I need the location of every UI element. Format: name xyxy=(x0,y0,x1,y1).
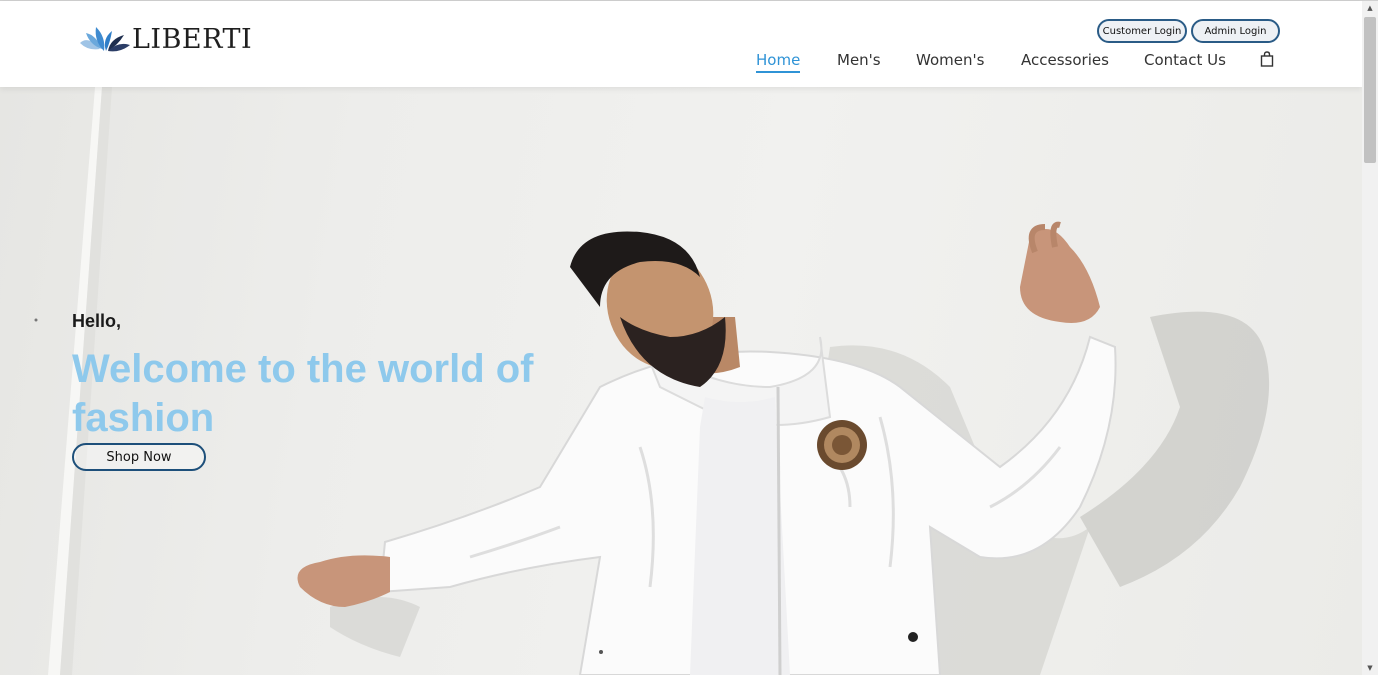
scroll-down-arrow-icon[interactable]: ▼ xyxy=(1362,661,1378,675)
nav-accessories[interactable]: Accessories xyxy=(1021,49,1109,71)
lotus-logo-icon xyxy=(80,27,130,52)
hero-banner: Hello, Welcome to the world of fashion S… xyxy=(0,87,1362,675)
scroll-thumb[interactable] xyxy=(1364,17,1376,163)
site-header: LIBERTI Customer Login Admin Login Home … xyxy=(0,1,1362,87)
customer-login-button[interactable]: Customer Login xyxy=(1097,19,1187,43)
scroll-up-arrow-icon[interactable]: ▲ xyxy=(1362,1,1378,15)
shopping-bag-icon[interactable] xyxy=(1260,51,1274,67)
active-nav-underline xyxy=(756,71,801,73)
admin-login-button[interactable]: Admin Login xyxy=(1191,19,1280,43)
shop-now-button[interactable]: Shop Now xyxy=(72,443,206,471)
nav-home-label: Home xyxy=(756,51,801,69)
brand-logo[interactable]: LIBERTI xyxy=(78,25,252,55)
brand-name: LIBERTI xyxy=(132,24,253,55)
nav-womens[interactable]: Women's xyxy=(916,49,984,71)
nav-mens[interactable]: Men's xyxy=(837,49,881,71)
page-scrollbar[interactable]: ▲ ▼ xyxy=(1362,1,1378,675)
hero-greeting: Hello, xyxy=(72,311,122,331)
hero-headline: Welcome to the world of fashion xyxy=(72,347,534,440)
nav-home[interactable]: Home xyxy=(756,49,801,73)
nav-contact-us[interactable]: Contact Us xyxy=(1144,49,1226,71)
